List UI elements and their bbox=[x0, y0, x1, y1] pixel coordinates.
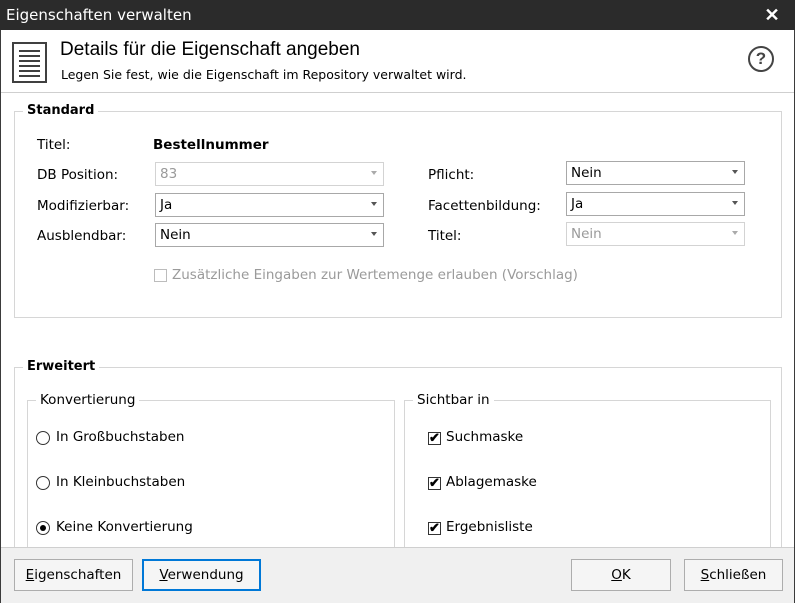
ablagemaske-label[interactable]: Ablagemaske bbox=[446, 474, 537, 490]
titel2-value: Nein bbox=[571, 226, 602, 242]
dialog: Details für die Eigenschaft angeben Lege… bbox=[0, 30, 795, 603]
konvertierung-legend: Konvertierung bbox=[36, 392, 140, 408]
chevron-down-icon bbox=[732, 201, 738, 205]
modifizierbar-select[interactable]: Ja bbox=[155, 193, 384, 217]
chevron-down-icon bbox=[371, 171, 377, 175]
ergebnisliste-checkbox[interactable] bbox=[428, 520, 441, 536]
suchmaske-label[interactable]: Suchmaske bbox=[446, 429, 523, 445]
konvertierung-group: Konvertierung In Großbuchstaben In Klein… bbox=[27, 392, 395, 548]
facetten-value: Ja bbox=[571, 196, 584, 212]
modifizierbar-label: Modifizierbar: bbox=[37, 198, 130, 214]
pflicht-value: Nein bbox=[571, 165, 602, 181]
dialog-content: Standard Titel: Bestellnummer DB Positio… bbox=[1, 94, 794, 558]
pflicht-label: Pflicht: bbox=[428, 167, 475, 183]
eigenschaften-button[interactable]: Eigenschaften bbox=[14, 559, 133, 591]
ok-button[interactable]: OK bbox=[571, 559, 671, 591]
radio-kleinbuchstaben[interactable] bbox=[36, 476, 50, 490]
titel-label: Titel: bbox=[37, 137, 71, 153]
radio-kleinbuchstaben-label[interactable]: In Kleinbuchstaben bbox=[56, 474, 185, 490]
sichtbar-legend: Sichtbar in bbox=[413, 392, 494, 408]
titel-value: Bestellnummer bbox=[153, 137, 269, 153]
ablagemaske-checkbox[interactable] bbox=[428, 475, 441, 491]
page-title: Details für die Eigenschaft angeben bbox=[60, 39, 360, 60]
document-icon bbox=[12, 42, 47, 83]
standard-group: Standard Titel: Bestellnummer DB Positio… bbox=[14, 103, 782, 318]
schliessen-button[interactable]: Schließen bbox=[684, 559, 783, 591]
facetten-select[interactable]: Ja bbox=[566, 192, 745, 216]
dialog-footer: Eigenschaften Verwendung OK Schließen bbox=[1, 547, 794, 603]
erweitert-legend: Erweitert bbox=[23, 359, 100, 374]
chevron-down-icon bbox=[732, 170, 738, 174]
sichtbar-group: Sichtbar in Suchmaske Ablagemaske Ergebn… bbox=[404, 392, 771, 548]
radio-keine-konvertierung[interactable] bbox=[36, 521, 50, 535]
ausblendbar-select[interactable]: Nein bbox=[155, 223, 384, 247]
db-position-value: 83 bbox=[160, 166, 178, 182]
facetten-label: Facettenbildung: bbox=[428, 198, 541, 214]
pflicht-select[interactable]: Nein bbox=[566, 161, 745, 185]
help-icon[interactable]: ? bbox=[748, 46, 774, 72]
chevron-down-icon bbox=[371, 232, 377, 236]
chevron-down-icon bbox=[732, 231, 738, 235]
ausblendbar-value: Nein bbox=[160, 227, 191, 243]
chevron-down-icon bbox=[371, 202, 377, 206]
verwendung-button[interactable]: Verwendung bbox=[142, 559, 261, 591]
suchmaske-checkbox[interactable] bbox=[428, 430, 441, 446]
page-subtitle: Legen Sie fest, wie die Eigenschaft im R… bbox=[61, 67, 467, 82]
radio-grossbuchstaben[interactable] bbox=[36, 431, 50, 445]
db-position-label: DB Position: bbox=[37, 167, 119, 183]
titel2-select: Nein bbox=[566, 222, 745, 246]
db-position-select: 83 bbox=[155, 162, 384, 186]
close-icon[interactable]: ✕ bbox=[749, 0, 795, 30]
radio-grossbuchstaben-label[interactable]: In Großbuchstaben bbox=[56, 429, 184, 445]
standard-legend: Standard bbox=[23, 103, 99, 118]
title-bar: Eigenschaften verwalten ✕ bbox=[0, 0, 795, 30]
titel2-label: Titel: bbox=[428, 228, 462, 244]
ausblendbar-label: Ausblendbar: bbox=[37, 228, 127, 244]
zusatz-checkbox bbox=[154, 269, 167, 282]
zusatz-label: Zusätzliche Eingaben zur Wertemenge erla… bbox=[172, 267, 578, 283]
ergebnisliste-label[interactable]: Ergebnisliste bbox=[446, 519, 533, 535]
dialog-header: Details für die Eigenschaft angeben Lege… bbox=[1, 30, 794, 93]
window-title: Eigenschaften verwalten bbox=[6, 6, 192, 24]
modifizierbar-value: Ja bbox=[160, 197, 173, 213]
radio-keine-konvertierung-label[interactable]: Keine Konvertierung bbox=[56, 519, 193, 535]
